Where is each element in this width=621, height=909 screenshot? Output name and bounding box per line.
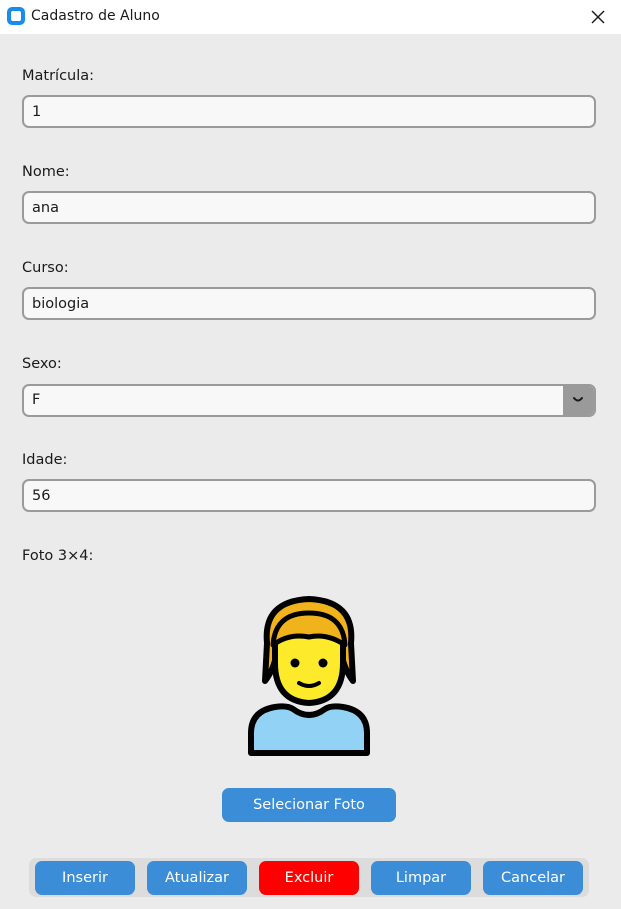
sexo-label: Sexo: <box>22 356 62 372</box>
sexo-selected-value: F <box>32 392 41 408</box>
person-icon <box>248 596 370 756</box>
app-icon <box>7 7 25 25</box>
cancel-button[interactable]: Cancelar <box>483 861 583 895</box>
nome-input[interactable] <box>22 191 596 224</box>
curso-label: Curso: <box>22 260 69 276</box>
insert-button[interactable]: Inserir <box>35 861 135 895</box>
chevron-down-icon <box>573 397 583 402</box>
matricula-label: Matrícula: <box>22 68 95 84</box>
close-button[interactable] <box>575 0 621 34</box>
foto-label: Foto 3×4: <box>22 548 94 564</box>
sexo-select[interactable]: F <box>22 384 596 417</box>
sexo-dropdown-button[interactable] <box>563 386 594 415</box>
idade-input[interactable] <box>22 479 596 512</box>
close-icon <box>591 10 605 24</box>
nome-label: Nome: <box>22 164 70 180</box>
delete-button[interactable]: Excluir <box>259 861 359 895</box>
app-window: Cadastro de Aluno Matrícula: Nome: Curso… <box>0 0 621 909</box>
window-title: Cadastro de Aluno <box>31 8 160 24</box>
clear-button[interactable]: Limpar <box>371 861 471 895</box>
select-photo-button[interactable]: Selecionar Foto <box>222 788 396 822</box>
idade-label: Idade: <box>22 452 68 468</box>
title-bar: Cadastro de Aluno <box>0 0 621 34</box>
update-button[interactable]: Atualizar <box>147 861 247 895</box>
curso-input[interactable] <box>22 287 596 320</box>
matricula-input[interactable] <box>22 95 596 128</box>
